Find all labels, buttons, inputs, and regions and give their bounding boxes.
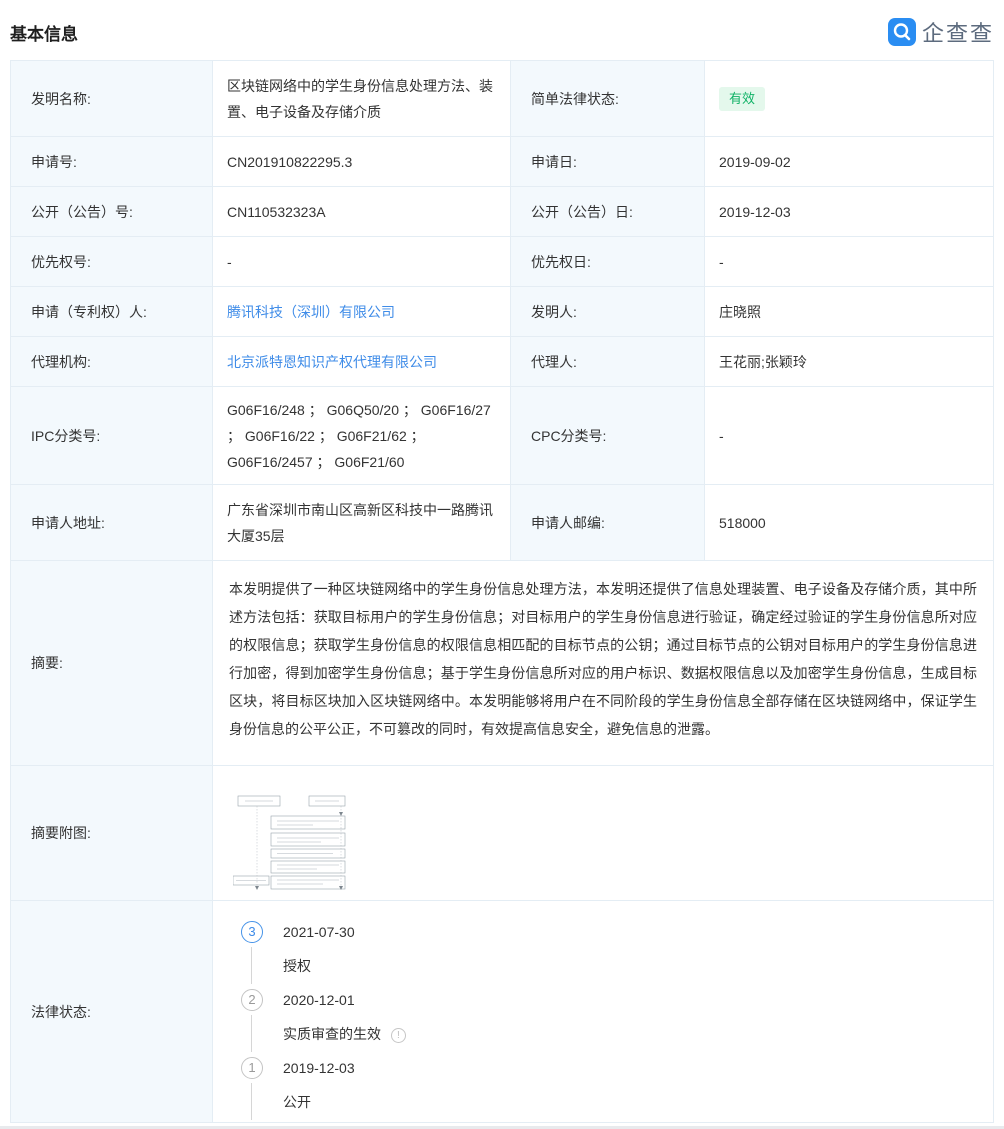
qichacha-logo-text: 企查查 [922, 16, 994, 48]
row-priority: 优先权号: - 优先权日: - [11, 237, 993, 287]
qichacha-logo-icon [888, 18, 916, 46]
timeline-step-badge: 2 [241, 989, 263, 1011]
applicant-zip-value: 518000 [705, 485, 993, 560]
agency-value: 北京派特恩知识产权代理有限公司 [213, 337, 511, 386]
application-date-label: 申请日: [511, 137, 705, 186]
ipc-label: IPC分类号: [11, 387, 213, 484]
ipc-value: G06F16/248 ； G06Q50/20 ； G06F16/27 ； G06… [213, 387, 511, 484]
inventor-label: 发明人: [511, 287, 705, 336]
applicant-value: 腾讯科技（深圳）有限公司 [213, 287, 511, 336]
row-legal-status: 法律状态: 3 2021-07-30 授权 2 2020-12-01 实质审查的… [11, 901, 993, 1123]
timeline-date: 2020-12-01 [283, 989, 979, 1011]
patent-info-table: 发明名称: 区块链网络中的学生身份信息处理方法、装置、电子设备及存储介质 简单法… [10, 60, 994, 1123]
publication-number-value: CN110532323A [213, 187, 511, 236]
timeline-event: 1 2019-12-03 公开 [241, 1057, 979, 1125]
agency-link[interactable]: 北京派特恩知识产权代理有限公司 [227, 349, 437, 375]
publication-date-label: 公开（公告）日: [511, 187, 705, 236]
qichacha-logo: 企查查 [888, 16, 994, 48]
cpc-value: - [705, 387, 993, 484]
row-abstract-figure: 摘要附图: [11, 766, 993, 901]
applicant-link[interactable]: 腾讯科技（深圳）有限公司 [227, 299, 395, 325]
priority-date-value: - [705, 237, 993, 286]
invention-name-value: 区块链网络中的学生身份信息处理方法、装置、电子设备及存储介质 [213, 61, 511, 136]
legal-status-timeline: 3 2021-07-30 授权 2 2020-12-01 实质审查的生效 ! 1 [227, 911, 979, 1125]
application-number-label: 申请号: [11, 137, 213, 186]
agent-label: 代理人: [511, 337, 705, 386]
abstract-figure-image [233, 794, 353, 894]
timeline-status-text: 实质审查的生效 [283, 1026, 381, 1042]
row-applicant: 申请（专利权）人: 腾讯科技（深圳）有限公司 发明人: 庄晓照 [11, 287, 993, 337]
timeline-status: 公开 [283, 1091, 979, 1113]
inventor-value: 庄晓照 [705, 287, 993, 336]
timeline-status: 实质审查的生效 ! [283, 1023, 979, 1045]
timeline-date: 2019-12-03 [283, 1057, 979, 1079]
publication-date-value: 2019-12-03 [705, 187, 993, 236]
legal-status-cell: 3 2021-07-30 授权 2 2020-12-01 实质审查的生效 ! 1 [213, 901, 993, 1122]
row-agency: 代理机构: 北京派特恩知识产权代理有限公司 代理人: 王花丽;张颖玲 [11, 337, 993, 387]
page-title: 基本信息 [10, 20, 78, 45]
row-abstract: 摘要: 本发明提供了一种区块链网络中的学生身份信息处理方法，本发明还提供了信息处… [11, 561, 993, 766]
timeline-event: 2 2020-12-01 实质审查的生效 ! [241, 989, 979, 1057]
agency-label: 代理机构: [11, 337, 213, 386]
row-application: 申请号: CN201910822295.3 申请日: 2019-09-02 [11, 137, 993, 187]
simple-legal-status-label: 简单法律状态: [511, 61, 705, 136]
applicant-address-label: 申请人地址: [11, 485, 213, 560]
application-number-value: CN201910822295.3 [213, 137, 511, 186]
timeline-event: 3 2021-07-30 授权 [241, 921, 979, 989]
info-icon[interactable]: ! [391, 1028, 406, 1043]
patent-basic-info-page: 基本信息 企查查 发明名称: 区块链网络中的学生身份信息处理方法、装置、电子设备… [0, 0, 1004, 1129]
applicant-zip-label: 申请人邮编: [511, 485, 705, 560]
cpc-label: CPC分类号: [511, 387, 705, 484]
publication-number-label: 公开（公告）号: [11, 187, 213, 236]
row-classification: IPC分类号: G06F16/248 ； G06Q50/20 ； G06F16/… [11, 387, 993, 485]
application-date-value: 2019-09-02 [705, 137, 993, 186]
agent-value: 王花丽;张颖玲 [705, 337, 993, 386]
priority-number-value: - [213, 237, 511, 286]
abstract-figure-cell [213, 766, 993, 900]
row-address: 申请人地址: 广东省深圳市南山区高新区科技中一路腾讯大厦35层 申请人邮编: 5… [11, 485, 993, 561]
timeline-step-badge: 3 [241, 921, 263, 943]
abstract-label: 摘要: [11, 561, 213, 765]
simple-legal-status-value: 有效 [705, 61, 993, 136]
row-invention-name: 发明名称: 区块链网络中的学生身份信息处理方法、装置、电子设备及存储介质 简单法… [11, 61, 993, 137]
priority-number-label: 优先权号: [11, 237, 213, 286]
timeline-status: 授权 [283, 955, 979, 977]
abstract-text: 本发明提供了一种区块链网络中的学生身份信息处理方法，本发明还提供了信息处理装置、… [213, 561, 993, 765]
applicant-address-value: 广东省深圳市南山区高新区科技中一路腾讯大厦35层 [213, 485, 511, 560]
priority-date-label: 优先权日: [511, 237, 705, 286]
timeline-date: 2021-07-30 [283, 921, 979, 943]
invention-name-label: 发明名称: [11, 61, 213, 136]
legal-status-label: 法律状态: [11, 901, 213, 1122]
row-publication: 公开（公告）号: CN110532323A 公开（公告）日: 2019-12-0… [11, 187, 993, 237]
applicant-label: 申请（专利权）人: [11, 287, 213, 336]
page-header: 基本信息 企查查 [0, 0, 1004, 60]
status-badge: 有效 [719, 87, 765, 111]
abstract-figure-label: 摘要附图: [11, 766, 213, 900]
timeline-step-badge: 1 [241, 1057, 263, 1079]
